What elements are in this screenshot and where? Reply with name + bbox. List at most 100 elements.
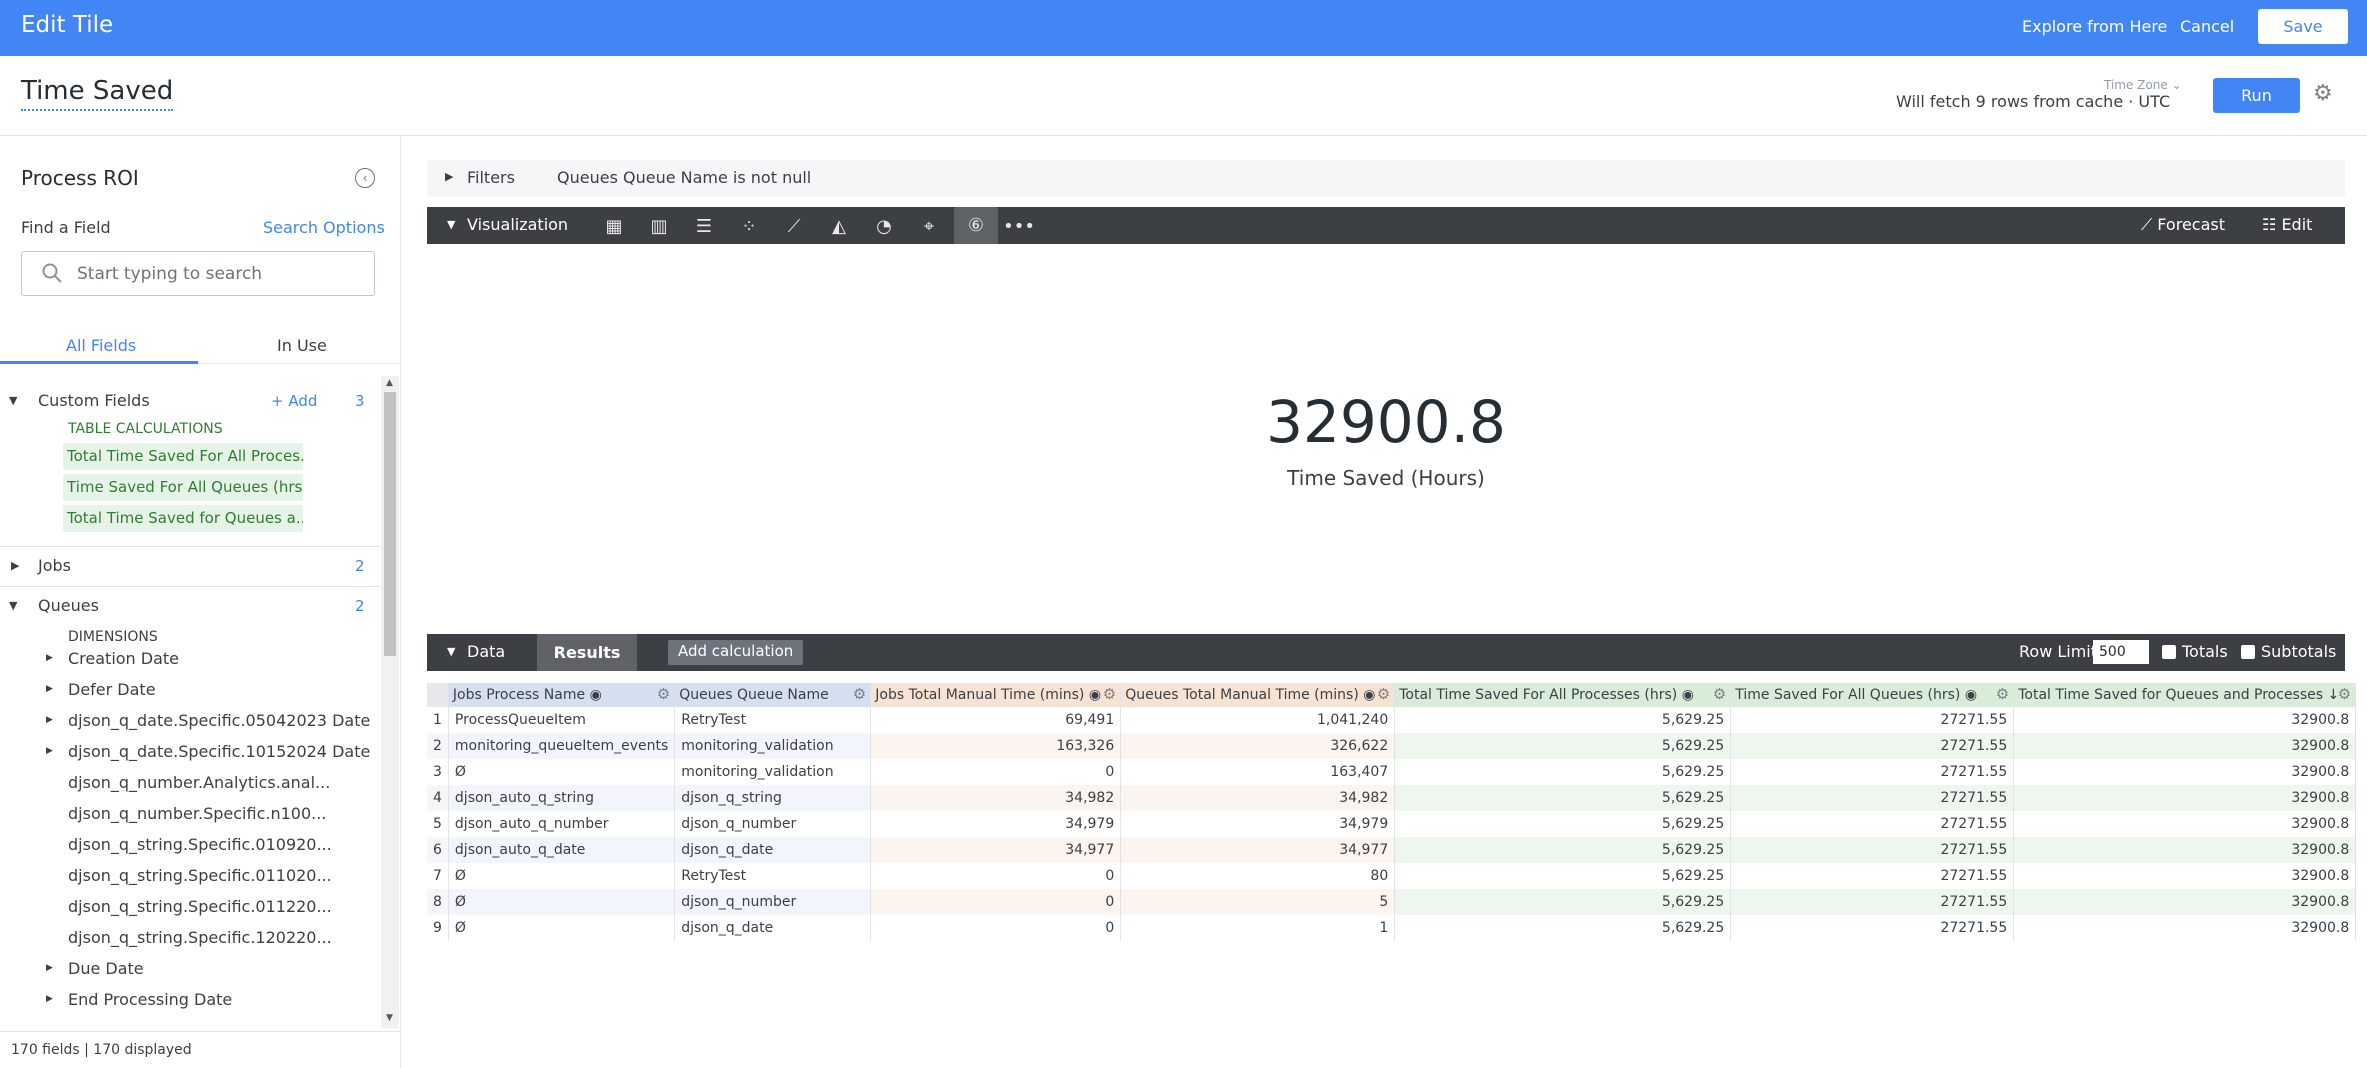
forecast-button[interactable]: ⟋ Forecast: [2141, 215, 2225, 235]
tab-all-fields[interactable]: All Fields: [66, 336, 136, 355]
table-cell[interactable]: 34,982: [1120, 785, 1396, 811]
table-cell[interactable]: 32900.8: [2013, 863, 2357, 889]
caret-down-icon[interactable]: ▼: [447, 218, 455, 231]
table-cell[interactable]: djson_auto_q_string: [448, 785, 676, 811]
scroll-down-icon[interactable]: ▼: [386, 1013, 393, 1023]
table-cell[interactable]: 27271.55: [1730, 707, 2015, 733]
jobs-group[interactable]: Jobs: [38, 556, 71, 575]
table-cell[interactable]: 32900.8: [2013, 785, 2357, 811]
table-cell[interactable]: djson_auto_q_date: [448, 837, 676, 863]
table-cell[interactable]: 1,041,240: [1120, 707, 1396, 733]
caret-right-icon[interactable]: ▶: [46, 653, 53, 663]
dimension-field[interactable]: djson_q_number.Specific.n100...: [68, 804, 326, 823]
caret-down-icon[interactable]: ▼: [447, 645, 455, 658]
table-cell[interactable]: monitoring_validation: [674, 759, 872, 785]
eye-icon[interactable]: ◉: [1682, 687, 1694, 703]
table-cell[interactable]: 32900.8: [2013, 915, 2357, 941]
table-cell[interactable]: Ø: [448, 889, 676, 915]
eye-icon[interactable]: ◉: [1965, 687, 1977, 703]
timezone-selector[interactable]: Time Zone ⌄: [2104, 78, 2182, 92]
eye-icon[interactable]: ◉: [1089, 687, 1101, 703]
table-cell[interactable]: 32900.8: [2013, 889, 2357, 915]
table-cell[interactable]: djson_auto_q_number: [448, 811, 676, 837]
table-cell[interactable]: 27271.55: [1730, 785, 2015, 811]
table-cell[interactable]: 5,629.25: [1394, 785, 1732, 811]
dimension-field[interactable]: djson_q_string.Specific.011220...: [68, 897, 332, 916]
subtotals-checkbox[interactable]: [2241, 645, 2255, 659]
caret-right-icon[interactable]: ▶: [46, 963, 53, 973]
table-cell[interactable]: 0: [870, 889, 1122, 915]
gear-icon[interactable]: ⚙: [1713, 685, 1726, 703]
caret-down-icon[interactable]: ▼: [9, 599, 17, 612]
table-cell[interactable]: 0: [870, 863, 1122, 889]
table-cell[interactable]: 0: [870, 759, 1122, 785]
dimension-field[interactable]: djson_q_number.Analytics.anal...: [68, 773, 330, 792]
field-search-input[interactable]: [77, 260, 362, 288]
column-header[interactable]: Queues Queue Name ⚙: [674, 683, 872, 707]
gear-icon[interactable]: ⚙: [1996, 685, 2009, 703]
calc-field-item[interactable]: Total Time Saved for Queues a...: [63, 505, 303, 532]
save-button[interactable]: Save: [2258, 9, 2348, 44]
table-cell[interactable]: 27271.55: [1730, 837, 2015, 863]
table-cell[interactable]: 5,629.25: [1394, 889, 1732, 915]
gear-icon[interactable]: ⚙: [853, 685, 866, 703]
dimension-field[interactable]: djson_q_string.Specific.011020...: [68, 866, 332, 885]
scatter-icon[interactable]: ⁘: [736, 213, 762, 239]
dimension-field[interactable]: End Processing Date: [68, 990, 232, 1009]
table-cell[interactable]: Ø: [448, 863, 676, 889]
table-cell[interactable]: 5,629.25: [1394, 707, 1732, 733]
column-header[interactable]: Total Time Saved for Queues and Processe…: [2013, 683, 2357, 707]
totals-checkbox[interactable]: [2162, 645, 2176, 659]
gear-icon[interactable]: ⚙: [1377, 685, 1390, 703]
filters-label[interactable]: Filters: [467, 168, 515, 187]
bar-chart-icon[interactable]: ▥: [646, 213, 672, 239]
table-cell[interactable]: monitoring_validation: [674, 733, 872, 759]
column-header[interactable]: Jobs Total Manual Time (mins) ◉ ⚙: [870, 683, 1122, 707]
add-calculation-button[interactable]: Add calculation: [668, 640, 804, 665]
column-header[interactable]: Time Saved For All Queues (hrs) ◉ ⚙: [1730, 683, 2015, 707]
table-cell[interactable]: 27271.55: [1730, 759, 2015, 785]
table-cell[interactable]: 34,979: [1120, 811, 1396, 837]
table-cell[interactable]: 163,407: [1120, 759, 1396, 785]
dimension-field[interactable]: djson_q_date.Specific.10152024 Date: [68, 742, 370, 761]
caret-right-icon[interactable]: ▶: [46, 684, 53, 694]
table-cell[interactable]: 5: [1120, 889, 1396, 915]
more-icon[interactable]: •••: [1003, 213, 1035, 239]
table-cell[interactable]: djson_q_number: [674, 811, 872, 837]
pie-chart-icon[interactable]: ◔: [871, 213, 897, 239]
table-cell[interactable]: djson_q_date: [674, 915, 872, 941]
table-cell[interactable]: 5,629.25: [1394, 863, 1732, 889]
table-cell[interactable]: 34,977: [870, 837, 1122, 863]
table-cell[interactable]: monitoring_queueItem_events: [448, 733, 676, 759]
caret-right-icon[interactable]: ▶: [46, 994, 53, 1004]
eye-icon[interactable]: ◉: [590, 687, 602, 703]
table-cell[interactable]: RetryTest: [674, 863, 872, 889]
tab-in-use[interactable]: In Use: [277, 336, 327, 355]
table-cell[interactable]: Ø: [448, 759, 676, 785]
table-cell[interactable]: 5,629.25: [1394, 811, 1732, 837]
area-chart-icon[interactable]: ◭: [826, 213, 852, 239]
results-tab[interactable]: Results: [537, 634, 637, 671]
map-pin-icon[interactable]: ⌖: [916, 213, 942, 239]
table-cell[interactable]: 32900.8: [2013, 811, 2357, 837]
dimension-field[interactable]: djson_q_string.Specific.010920...: [68, 835, 332, 854]
table-cell[interactable]: 34,979: [870, 811, 1122, 837]
table-cell[interactable]: 32900.8: [2013, 733, 2357, 759]
table-cell[interactable]: djson_q_date: [674, 837, 872, 863]
gear-icon[interactable]: ⚙: [2313, 83, 2335, 105]
column-header[interactable]: Total Time Saved For All Processes (hrs)…: [1394, 683, 1732, 707]
table-cell[interactable]: 27271.55: [1730, 863, 2015, 889]
line-chart-icon[interactable]: ⟋: [781, 213, 807, 239]
table-cell[interactable]: 27271.55: [1730, 811, 2015, 837]
edit-viz-button[interactable]: ☷ Edit: [2262, 215, 2312, 234]
queues-group[interactable]: Queues: [38, 596, 99, 615]
table-cell[interactable]: ProcessQueueItem: [448, 707, 676, 733]
row-limit-input[interactable]: [2093, 640, 2149, 664]
single-value-icon[interactable]: ⑥: [954, 207, 998, 244]
table-cell[interactable]: 326,622: [1120, 733, 1396, 759]
table-cell[interactable]: 5,629.25: [1394, 915, 1732, 941]
table-cell[interactable]: djson_q_string: [674, 785, 872, 811]
gear-icon[interactable]: ⚙: [657, 685, 670, 703]
table-cell[interactable]: 27271.55: [1730, 733, 2015, 759]
dimension-field[interactable]: Creation Date: [68, 649, 179, 668]
